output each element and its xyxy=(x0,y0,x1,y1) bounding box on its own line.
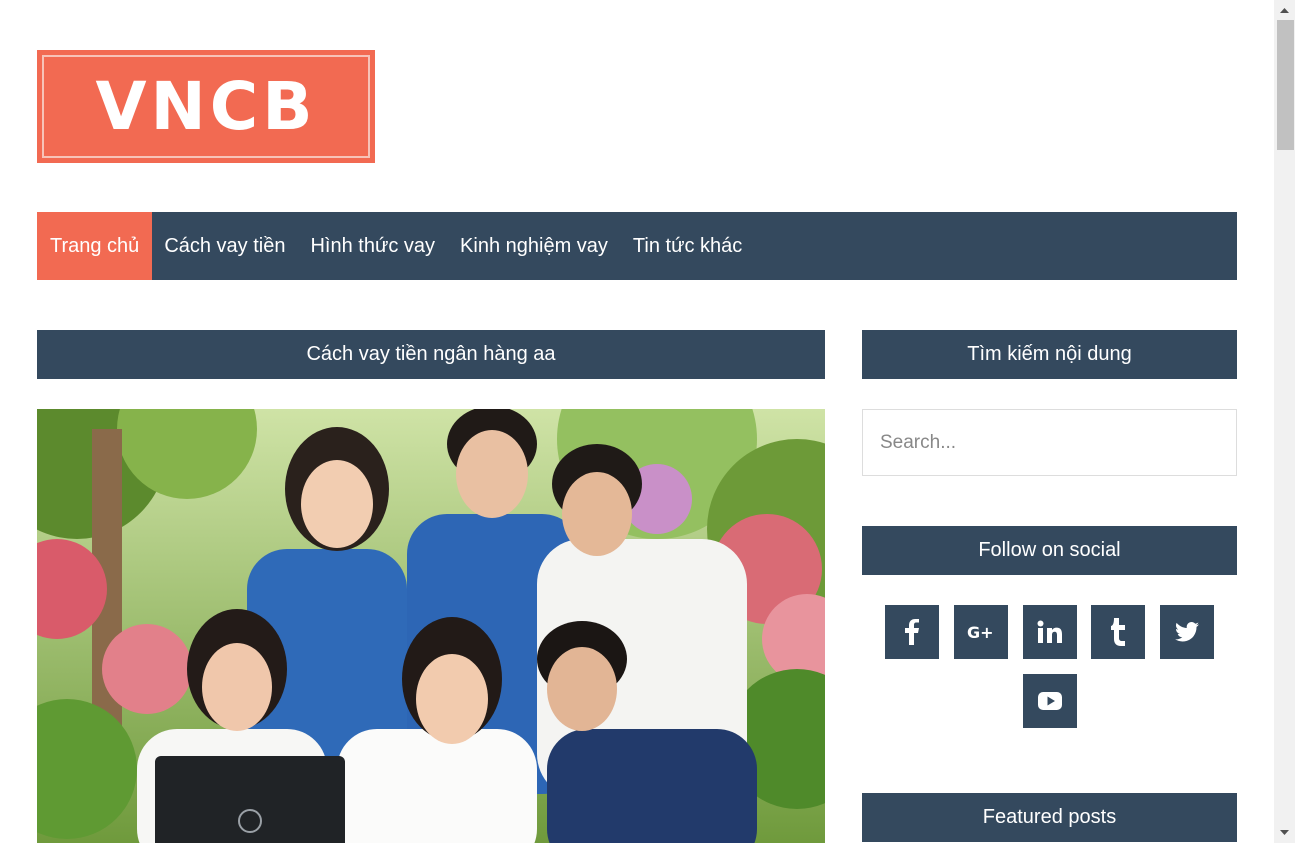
page-scrollbar[interactable] xyxy=(1274,0,1295,843)
facebook-icon xyxy=(905,619,919,645)
facebook-button[interactable] xyxy=(885,605,939,659)
scroll-up-icon[interactable] xyxy=(1274,2,1295,19)
linkedin-icon xyxy=(1037,620,1062,643)
search-widget-title: Tìm kiếm nội dung xyxy=(862,330,1237,379)
search-input[interactable] xyxy=(862,409,1237,476)
scroll-thumb[interactable] xyxy=(1277,20,1294,150)
scroll-down-icon[interactable] xyxy=(1274,824,1295,841)
nav-item-tin-tuc-khac[interactable]: Tin tức khác xyxy=(620,212,755,280)
tumblr-button[interactable] xyxy=(1091,605,1145,659)
post-image-illustration xyxy=(37,409,825,843)
post-title[interactable]: Cách vay tiền ngân hàng aa xyxy=(37,330,825,379)
google-plus-button[interactable]: G+ xyxy=(954,605,1008,659)
nav-item-hinh-thuc-vay[interactable]: Hình thức vay xyxy=(297,212,448,280)
svg-text:G+: G+ xyxy=(967,623,994,642)
nav-item-trang-chu[interactable]: Trang chủ xyxy=(37,212,153,280)
twitter-icon xyxy=(1175,622,1199,642)
site-logo[interactable]: VNCB xyxy=(37,50,375,163)
youtube-button[interactable] xyxy=(1023,674,1077,728)
post-featured-image[interactable] xyxy=(37,409,825,843)
nav-item-kinh-nghiem-vay[interactable]: Kinh nghiệm vay xyxy=(447,212,621,280)
linkedin-button[interactable] xyxy=(1023,605,1077,659)
nav-item-cach-vay-tien[interactable]: Cách vay tiền xyxy=(151,212,298,280)
youtube-icon xyxy=(1038,692,1062,710)
main-navigation: Trang chủ Cách vay tiền Hình thức vay Ki… xyxy=(37,212,1237,280)
logo-frame: VNCB xyxy=(42,55,370,158)
featured-posts-title: Featured posts xyxy=(862,793,1237,842)
twitter-button[interactable] xyxy=(1160,605,1214,659)
social-widget-title: Follow on social xyxy=(862,526,1237,575)
google-plus-icon: G+ xyxy=(967,623,994,642)
logo-text: VNCB xyxy=(95,67,317,145)
tumblr-icon xyxy=(1111,618,1125,646)
